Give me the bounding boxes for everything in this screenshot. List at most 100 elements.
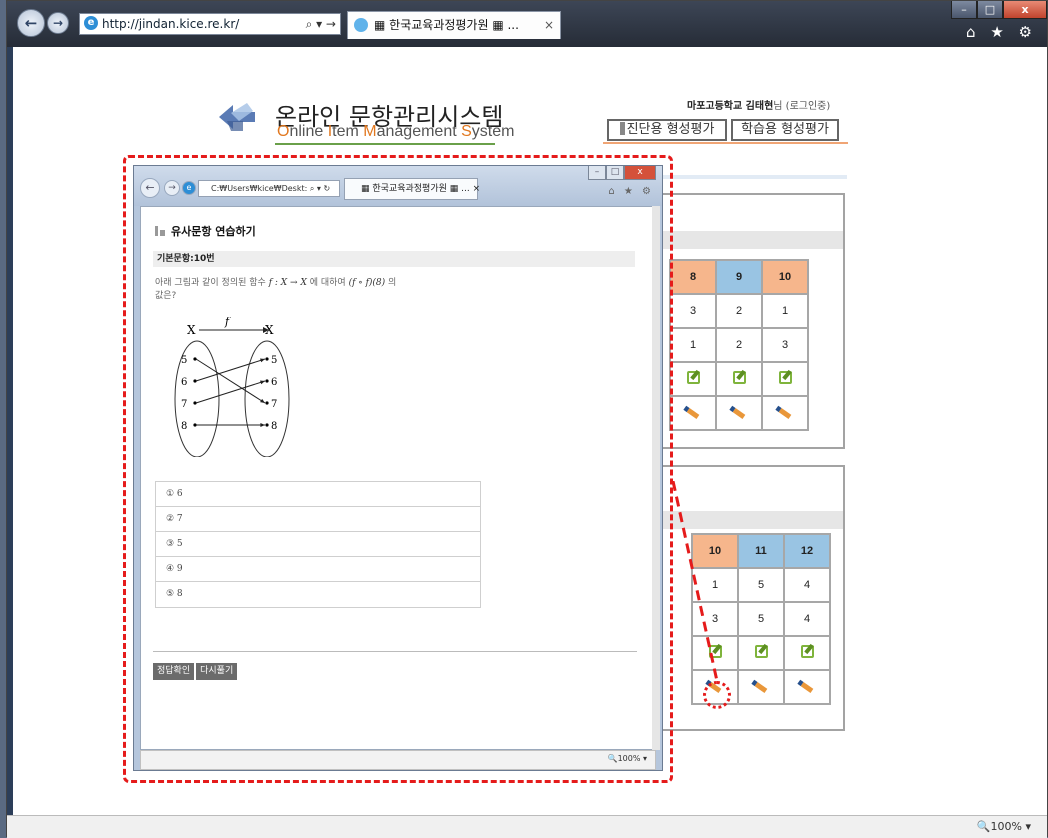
popup-button-row: 정답확인 다시풀기 [153,663,238,680]
popup-address-tools[interactable]: ⌕ ▾ ↻ [310,184,330,193]
minimize-button[interactable]: – [951,1,977,19]
grid-cell: 2 [715,293,763,329]
popup-close-button[interactable]: x [624,166,656,180]
diagnostic-assessment-button[interactable]: 진단용 형성평가 [607,119,727,141]
grid-pen-cell[interactable] [783,669,831,705]
retry-button[interactable]: 다시풀기 [196,663,238,680]
mapping-arrowhead [260,358,265,363]
grid-cell: 1 [761,293,809,329]
popup-titlebar: ← → e C:₩Users₩kice₩Deskt: ⌕ ▾ ↻ ▦ 한국교육과… [134,166,662,206]
popup-zoom-control[interactable]: 🔍100% ▾ [608,754,647,763]
function-label: f [224,317,231,328]
domain-element: 5 [181,355,187,366]
maximize-button[interactable]: □ [977,1,1003,19]
forward-button[interactable]: → [47,12,69,34]
grid-cell: 1 [669,327,717,363]
edit-icon[interactable] [732,371,746,384]
question-text: 아래 그림과 같이 정의된 함수 f : X → X 에 대하여 (f ∘ f)… [155,278,397,301]
pencil-icon[interactable] [800,682,814,693]
grid-edit-cell[interactable] [669,361,717,397]
zoom-control[interactable]: 🔍100% ▾ [977,820,1031,833]
grid-cell: 4 [783,567,831,603]
mapping-arrow [195,358,266,404]
grid-header-cell[interactable]: 9 [715,259,763,295]
choice-item[interactable]: ② 7 [156,507,480,532]
pencil-icon[interactable] [732,408,746,419]
grid-edit-cell[interactable] [737,635,785,671]
popup-forward-button[interactable]: → [164,180,180,196]
grid-pen-cell[interactable] [761,395,809,431]
mapping-arrowhead [260,380,265,385]
grid-header-cell[interactable]: 12 [783,533,831,569]
popup-maximize-button[interactable]: □ [606,166,624,180]
grid-header-cell[interactable]: 10 [761,259,809,295]
grid-header-cell[interactable]: 8 [669,259,717,295]
base-item-label: 기본문항:10번 [153,251,635,267]
grid-pen-cell[interactable] [669,395,717,431]
statusbar: 🔍100% ▾ [7,815,1047,838]
popup-tab[interactable]: ▦ 한국교육과정평가원 ▦ ... × [344,178,481,200]
grid-cell: 5 [737,567,785,603]
codomain-element: 7 [271,399,277,410]
ie-icon: e [84,16,98,30]
divider [153,651,637,652]
close-button[interactable]: x [1003,1,1047,19]
function-mapping-diagram: X X f 56785678 [174,317,290,457]
choice-item[interactable]: ⑤ 8 [156,582,480,607]
check-answer-button[interactable]: 정답확인 [153,663,195,680]
annotation-circle [703,681,731,709]
toolbar-icons[interactable]: ⌂ ★ ⚙ [966,23,1037,41]
edit-icon[interactable] [754,645,768,658]
pencil-icon[interactable] [686,408,700,419]
popup-minimize-button[interactable]: – [588,166,606,180]
grid-edit-cell[interactable] [783,635,831,671]
codomain-element: 5 [271,355,277,366]
edit-icon[interactable] [778,371,792,384]
popup-back-button[interactable]: ← [140,178,160,198]
popup-address-bar[interactable]: C:₩Users₩kice₩Deskt: ⌕ ▾ ↻ [198,180,340,197]
grid-cell: 3 [761,327,809,363]
browser-tab[interactable]: ▦ 한국교육과정평가원 ▦ ... × [347,11,561,39]
popup-tab-close-icon[interactable]: × [473,184,481,194]
popup-title: 유사문항 연습하기 [155,223,256,239]
choice-item[interactable]: ③ 5 [156,532,480,557]
choice-item[interactable]: ① 6 [156,482,480,507]
codomain-dot [265,379,269,383]
window-controls: – □ x [951,1,1047,19]
grid-header-row: 8 9 10 [669,259,809,295]
grid-top: 8 9 10 3 2 1 1 2 3 [669,259,809,431]
choice-item[interactable]: ④ 9 [156,557,480,582]
table-row: 1 2 3 [669,327,809,363]
grid-edit-cell[interactable] [761,361,809,397]
domain-element: 8 [181,421,187,432]
table-row [669,361,809,397]
title-bullet-icon [160,230,165,236]
pencil-icon[interactable] [754,682,768,693]
tab-close-icon[interactable]: × [544,12,554,38]
user-name: 마포고등학교 김태현 [687,101,774,112]
outer-browser-window: ← → e http://jindan.kice.re.kr/ ⌕ ▾ → ▦ … [6,0,1048,838]
title-bullet-icon [155,226,158,236]
mapping-arrowhead [260,398,265,403]
address-bar[interactable]: e http://jindan.kice.re.kr/ ⌕ ▾ → [79,13,341,35]
table-row [669,395,809,431]
back-button[interactable]: ← [17,9,45,37]
address-tools[interactable]: ⌕ ▾ → [306,14,336,34]
address-text: http://jindan.kice.re.kr/ [102,17,240,31]
domain-label: X [187,323,196,337]
button-bullet-icon [619,122,625,135]
grid-pen-cell[interactable] [737,669,785,705]
edit-icon[interactable] [800,645,814,658]
grid-pen-cell[interactable] [715,395,763,431]
logo-arrow-icon [219,103,255,131]
edit-icon[interactable] [686,371,700,384]
annotation-connector [671,481,719,682]
popup-scrollbar[interactable] [652,206,660,750]
popup-ie-icon: e [182,181,196,195]
mapping-arrow [195,380,266,404]
grid-edit-cell[interactable] [715,361,763,397]
pencil-icon[interactable] [778,408,792,419]
learning-assessment-button[interactable]: 학습용 형성평가 [731,119,839,141]
popup-toolbar-icons[interactable]: ⌂ ★ ⚙ [608,186,654,197]
grid-header-cell[interactable]: 11 [737,533,785,569]
